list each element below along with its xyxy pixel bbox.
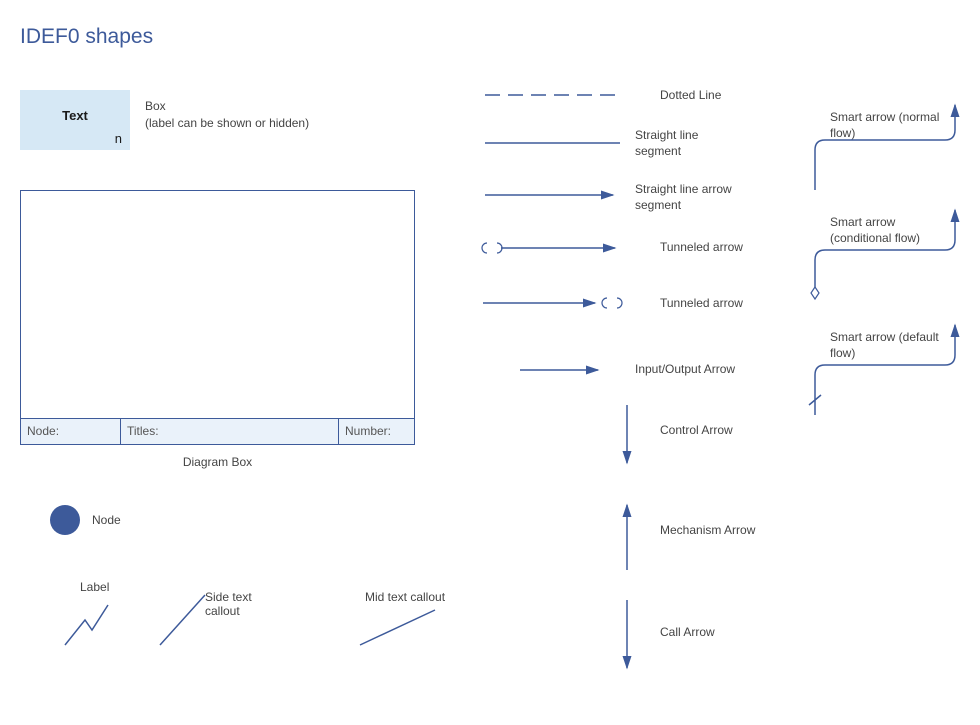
diagram-box-body: [21, 191, 414, 419]
smart-conditional-shape: [810, 200, 970, 310]
dotted-line-shape: [485, 90, 625, 100]
diagram-box-number-cell: Number:: [339, 419, 414, 444]
node-shape: [50, 505, 80, 535]
straight-seg-label: Straight line segment: [635, 128, 725, 159]
dotted-line-label: Dotted Line: [660, 88, 721, 104]
box-description: Box (label can be shown or hidden): [145, 98, 365, 132]
mechanism-arrow-shape: [620, 495, 634, 575]
label-callout-caption: Label: [80, 580, 109, 594]
io-arrow-shape: [520, 363, 610, 377]
call-arrow-shape: [620, 600, 634, 680]
tunneled-arrow-end-shape: [483, 295, 628, 311]
side-callout-shape: [150, 590, 220, 650]
diagram-box-node-cell: Node:: [21, 419, 121, 444]
box-index-label: n: [115, 131, 122, 146]
label-callout-shape: [60, 600, 120, 650]
io-arrow-label: Input/Output Arrow: [635, 362, 735, 378]
box-text-label: Text: [20, 108, 130, 123]
mid-callout-caption: Mid text callout: [365, 590, 445, 604]
tunneled-arrow-start-label: Tunneled arrow: [660, 240, 743, 256]
page-title: IDEF0 shapes: [20, 25, 153, 49]
tunneled-arrow-end-label: Tunneled arrow: [660, 296, 743, 312]
smart-default-shape: [810, 315, 970, 425]
diagram-box-titles-cell: Titles:: [121, 419, 339, 444]
straight-arrow-seg-label: Straight line arrow segment: [635, 182, 745, 213]
box-desc-l1: Box: [145, 99, 166, 113]
call-arrow-label: Call Arrow: [660, 625, 715, 641]
mechanism-arrow-label: Mechanism Arrow: [660, 523, 755, 539]
diagram-box-caption: Diagram Box: [20, 455, 415, 469]
diagram-box-footer: Node: Titles: Number:: [21, 418, 414, 444]
idef0-box-shape: Text n: [20, 90, 130, 150]
tunneled-arrow-start-shape: [483, 240, 628, 256]
mid-callout-shape: [355, 605, 445, 655]
control-arrow-label: Control Arrow: [660, 423, 733, 439]
straight-seg-shape: [485, 138, 625, 148]
control-arrow-shape: [620, 405, 634, 475]
diagram-box-shape: Node: Titles: Number:: [20, 190, 415, 445]
smart-normal-shape: [810, 95, 970, 195]
node-label: Node: [92, 513, 121, 527]
box-desc-l2: (label can be shown or hidden): [145, 116, 309, 130]
straight-arrow-seg-shape: [485, 188, 625, 202]
